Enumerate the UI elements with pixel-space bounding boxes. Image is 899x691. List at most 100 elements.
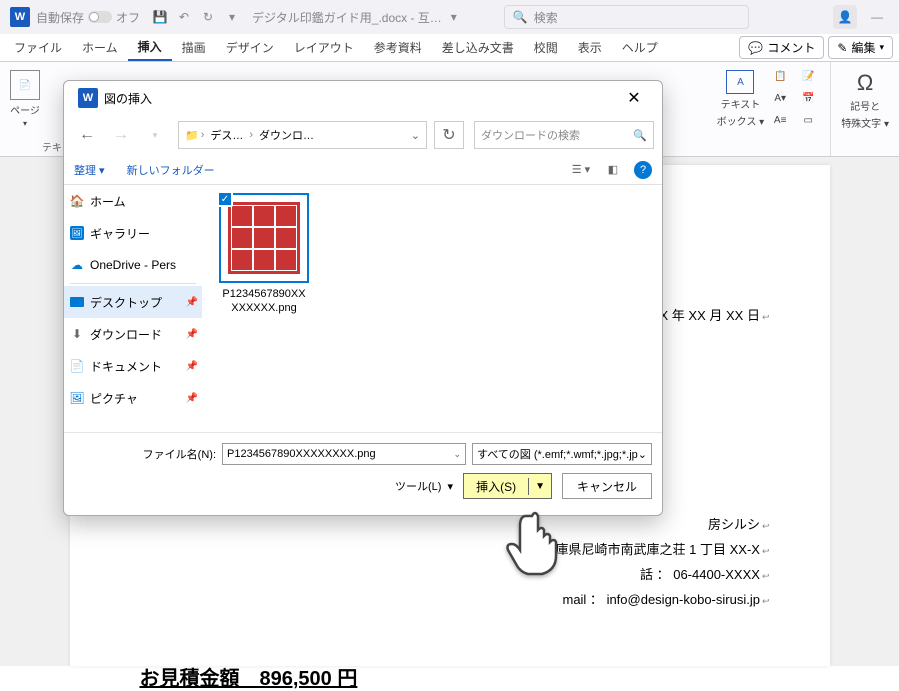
sidebar-downloads[interactable]: ⬇ダウンロード📌 <box>64 318 202 350</box>
filetype-filter[interactable]: すべての図 (*.emf;*.wmf;*.jpg;*.jp ⌄ <box>472 443 652 465</box>
file-thumbnail[interactable]: ✓ <box>219 193 309 283</box>
folder-icon: 📁 <box>185 129 199 142</box>
redo-icon[interactable]: ↻ <box>196 5 220 29</box>
desktop-icon <box>70 295 84 309</box>
dialog-search-box[interactable]: ダウンロードの検索 🔍 <box>474 121 654 149</box>
filename-label: ファイル名(N): <box>74 446 216 462</box>
organize-button[interactable]: 整理 ▾ <box>74 162 105 178</box>
tab-references[interactable]: 参考資料 <box>364 35 432 60</box>
symbol-button[interactable]: Ω 記号と 特殊文字 ▾ <box>841 66 889 130</box>
nav-up-button[interactable]: ▾ <box>140 122 170 148</box>
qat-dropdown-icon[interactable]: ▾ <box>220 5 244 29</box>
page-group-label: ページ <box>10 102 40 117</box>
checkbox-icon[interactable]: ✓ <box>217 191 233 207</box>
dialog-titlebar: W 図の挿入 ✕ <box>64 81 662 115</box>
omega-icon: Ω <box>857 70 873 96</box>
help-button[interactable]: ? <box>634 161 652 179</box>
pin-icon: 📌 <box>186 361 198 372</box>
tab-draw[interactable]: 描画 <box>172 35 216 60</box>
cancel-button[interactable]: キャンセル <box>562 473 652 499</box>
file-list[interactable]: ✓ P1234567890XX XXXXXX.png <box>202 185 662 432</box>
tab-view[interactable]: 表示 <box>568 35 612 60</box>
search-box[interactable]: 🔍 検索 <box>504 5 749 29</box>
insert-picture-dialog: W 図の挿入 ✕ ← → ▾ 📁 › デス… › ダウンロ… ⌄ ↻ ダウンロー… <box>63 80 663 516</box>
sidebar-gallery[interactable]: 🖼ギャラリー <box>64 217 202 249</box>
doc-amount: お見積金額 896,500 円 <box>140 662 770 691</box>
tab-home[interactable]: ホーム <box>72 35 128 60</box>
dialog-title: 図の挿入 <box>104 90 152 107</box>
search-placeholder: 検索 <box>534 9 558 26</box>
chevron-icon: › <box>249 129 253 141</box>
file-item[interactable]: ✓ P1234567890XX XXXXXX.png <box>210 193 318 315</box>
dialog-word-icon: W <box>78 88 98 108</box>
dialog-footer: ファイル名(N): P1234567890XXXXXXXX.png ⌄ すべての… <box>64 433 662 509</box>
refresh-button[interactable]: ↻ <box>434 121 464 149</box>
sidebar-documents[interactable]: 📄ドキュメント📌 <box>64 350 202 382</box>
preview-button[interactable]: ◧ <box>602 159 624 181</box>
breadcrumb-item[interactable]: デス… <box>206 127 247 143</box>
datetime-icon[interactable]: 📅 <box>796 88 820 108</box>
textbox-icon: A <box>726 70 754 94</box>
sidebar-home[interactable]: 🏠ホーム <box>64 185 202 217</box>
nav-forward-button[interactable]: → <box>106 122 136 148</box>
save-icon[interactable]: 💾 <box>148 5 172 29</box>
page-button[interactable]: 📄 ページ ▾ <box>10 66 40 128</box>
dialog-close-button[interactable]: ✕ <box>614 81 654 115</box>
undo-icon[interactable]: ↶ <box>172 5 196 29</box>
signature-icon[interactable]: 📝 <box>796 66 820 86</box>
ribbon-group-text: A テキスト ボックス ▾ 📋 A▾ A≡ 📝 📅 ▭ テキスト <box>707 62 831 156</box>
dialog-sidebar: 🏠ホーム 🖼ギャラリー ›☁OneDrive - Pers デスクトップ📌 ⬇ダ… <box>64 185 202 432</box>
dialog-toolbar: 整理 ▾ 新しいフォルダー ☰ ▾ ◧ ? <box>64 155 662 185</box>
insert-dropdown-icon[interactable]: ▼ <box>529 481 551 492</box>
view-button[interactable]: ☰ ▾ <box>570 159 592 181</box>
newfolder-button[interactable]: 新しいフォルダー <box>127 162 215 178</box>
pin-icon: 📌 <box>186 393 198 404</box>
title-dropdown-icon[interactable]: ▾ <box>442 5 466 29</box>
document-icon: 📄 <box>70 359 84 373</box>
picture-icon: 🖼 <box>70 391 84 405</box>
editing-button[interactable]: ✎編集▾ <box>828 36 893 59</box>
insert-button[interactable]: 挿入(S) ▼ <box>463 473 552 499</box>
dropcap-icon[interactable]: A≡ <box>768 110 792 130</box>
tab-help[interactable]: ヘルプ <box>612 35 668 60</box>
tab-insert[interactable]: 挿入 <box>128 34 172 61</box>
tab-review[interactable]: 校閲 <box>524 35 568 60</box>
wordart-icon[interactable]: A▾ <box>768 88 792 108</box>
document-title: デジタル印鑑ガイド用_.docx - 互… <box>252 9 442 26</box>
word-app-icon: W <box>10 7 30 27</box>
title-bar: W 自動保存 オフ 💾 ↶ ↻ ▾ デジタル印鑑ガイド用_.docx - 互… … <box>0 0 899 34</box>
autosave-toggle[interactable]: 自動保存 オフ <box>36 9 140 26</box>
autosave-label: 自動保存 <box>36 9 84 26</box>
tab-design[interactable]: デザイン <box>216 35 284 60</box>
tab-layout[interactable]: レイアウト <box>284 35 364 60</box>
chevron-icon: › <box>201 129 205 141</box>
sidebar-pictures[interactable]: 🖼ピクチャ📌 <box>64 382 202 414</box>
textbox-button[interactable]: A テキスト ボックス ▾ <box>717 66 765 128</box>
chevron-down-icon[interactable]: ⌄ <box>638 448 647 461</box>
toggle-switch[interactable] <box>88 11 112 23</box>
breadcrumb-item[interactable]: ダウンロ… <box>255 127 318 143</box>
tab-file[interactable]: ファイル <box>4 35 72 60</box>
cloud-icon: ☁ <box>70 258 84 272</box>
tab-mailings[interactable]: 差し込み文書 <box>432 35 524 60</box>
page-icon: 📄 <box>10 70 40 100</box>
quickparts-icon[interactable]: 📋 <box>768 66 792 86</box>
sidebar-onedrive[interactable]: ›☁OneDrive - Pers <box>64 249 202 281</box>
home-icon: 🏠 <box>70 194 84 208</box>
search-icon: 🔍 <box>633 129 647 142</box>
chevron-down-icon[interactable]: ⌄ <box>453 449 461 460</box>
object-icon[interactable]: ▭ <box>796 110 820 130</box>
breadcrumb-dropdown-icon[interactable]: ⌄ <box>411 129 420 142</box>
filename-input[interactable]: P1234567890XXXXXXXX.png ⌄ <box>222 443 466 465</box>
window-minimize-icon[interactable]: ― <box>865 5 889 29</box>
download-icon: ⬇ <box>70 327 84 341</box>
comments-button[interactable]: 💬コメント <box>739 36 824 59</box>
autosave-state: オフ <box>116 9 140 26</box>
sidebar-desktop[interactable]: デスクトップ📌 <box>64 286 202 318</box>
tools-dropdown[interactable]: ツール(L) ▾ <box>395 478 453 494</box>
file-name: P1234567890XX XXXXXX.png <box>210 287 318 315</box>
pin-icon: 📌 <box>186 297 198 308</box>
nav-back-button[interactable]: ← <box>72 122 102 148</box>
breadcrumb-bar[interactable]: 📁 › デス… › ダウンロ… ⌄ <box>178 121 427 149</box>
user-avatar[interactable]: 👤 <box>833 5 857 29</box>
